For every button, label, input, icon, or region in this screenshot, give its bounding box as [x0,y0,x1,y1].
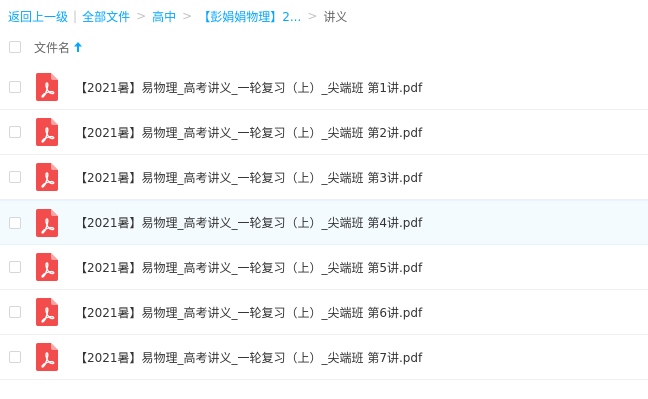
row-checkbox[interactable] [9,126,21,138]
file-list: 【2021暑】易物理_高考讲义_一轮复习（上）_尖端班 第1讲.pdf 【202… [0,65,648,380]
file-row[interactable]: 【2021暑】易物理_高考讲义_一轮复习（上）_尖端班 第2讲.pdf [0,110,648,155]
pdf-icon [36,118,58,146]
pdf-icon [36,298,58,326]
row-checkbox[interactable] [9,81,21,93]
file-name[interactable]: 【2021暑】易物理_高考讲义_一轮复习（上）_尖端班 第2讲.pdf [75,124,422,141]
file-name[interactable]: 【2021暑】易物理_高考讲义_一轮复习（上）_尖端班 第7讲.pdf [75,349,422,366]
arrow-up-icon[interactable] [74,42,83,52]
file-row[interactable]: 【2021暑】易物理_高考讲义_一轮复习（上）_尖端班 第5讲.pdf [0,245,648,290]
row-checkbox[interactable] [9,216,21,229]
file-row[interactable]: 【2021暑】易物理_高考讲义_一轮复习（上）_尖端班 第4讲.pdf [0,200,648,245]
breadcrumb-divider: | [73,9,78,23]
breadcrumb-current: 讲义 [323,9,348,24]
select-all-checkbox[interactable] [9,41,21,53]
file-name[interactable]: 【2021暑】易物理_高考讲义_一轮复习（上）_尖端班 第4讲.pdf [75,214,422,231]
file-row[interactable]: 【2021暑】易物理_高考讲义_一轮复习（上）_尖端班 第1讲.pdf [0,65,648,110]
back-link[interactable]: 返回上一级 [8,8,68,25]
pdf-icon [36,208,58,237]
row-checkbox[interactable] [9,306,21,318]
file-name[interactable]: 【2021暑】易物理_高考讲义_一轮复习（上）_尖端班 第1讲.pdf [75,79,422,96]
file-row[interactable]: 【2021暑】易物理_高考讲义_一轮复习（上）_尖端班 第7讲.pdf [0,335,648,380]
row-checkbox[interactable] [9,351,21,363]
pdf-icon [36,253,58,281]
pdf-icon [36,163,58,191]
file-row[interactable]: 【2021暑】易物理_高考讲义_一轮复习（上）_尖端班 第3讲.pdf [0,155,648,200]
breadcrumb-separator: > [307,9,318,23]
breadcrumb-separator: > [136,9,147,23]
breadcrumb-level1[interactable]: 高中 [152,8,176,25]
row-checkbox[interactable] [9,261,21,273]
row-checkbox[interactable] [9,171,21,183]
pdf-icon [36,73,58,101]
file-row[interactable]: 【2021暑】易物理_高考讲义_一轮复习（上）_尖端班 第6讲.pdf [0,290,648,335]
file-list-header: 文件名 [0,34,648,60]
breadcrumb-level2[interactable]: 【彭娟娟物理】2... [198,8,301,25]
name-column-header[interactable]: 文件名 [34,39,83,56]
file-name[interactable]: 【2021暑】易物理_高考讲义_一轮复习（上）_尖端班 第6讲.pdf [75,304,422,321]
breadcrumb-all-files[interactable]: 全部文件 [82,8,130,25]
file-name[interactable]: 【2021暑】易物理_高考讲义_一轮复习（上）_尖端班 第3讲.pdf [75,169,422,186]
name-column-label: 文件名 [34,40,71,55]
file-name[interactable]: 【2021暑】易物理_高考讲义_一轮复习（上）_尖端班 第5讲.pdf [75,259,422,276]
pdf-icon [36,343,58,371]
breadcrumb: 返回上一级 | 全部文件 > 高中 > 【彭娟娟物理】2... > 讲义 [8,6,347,26]
breadcrumb-separator: > [182,9,193,23]
